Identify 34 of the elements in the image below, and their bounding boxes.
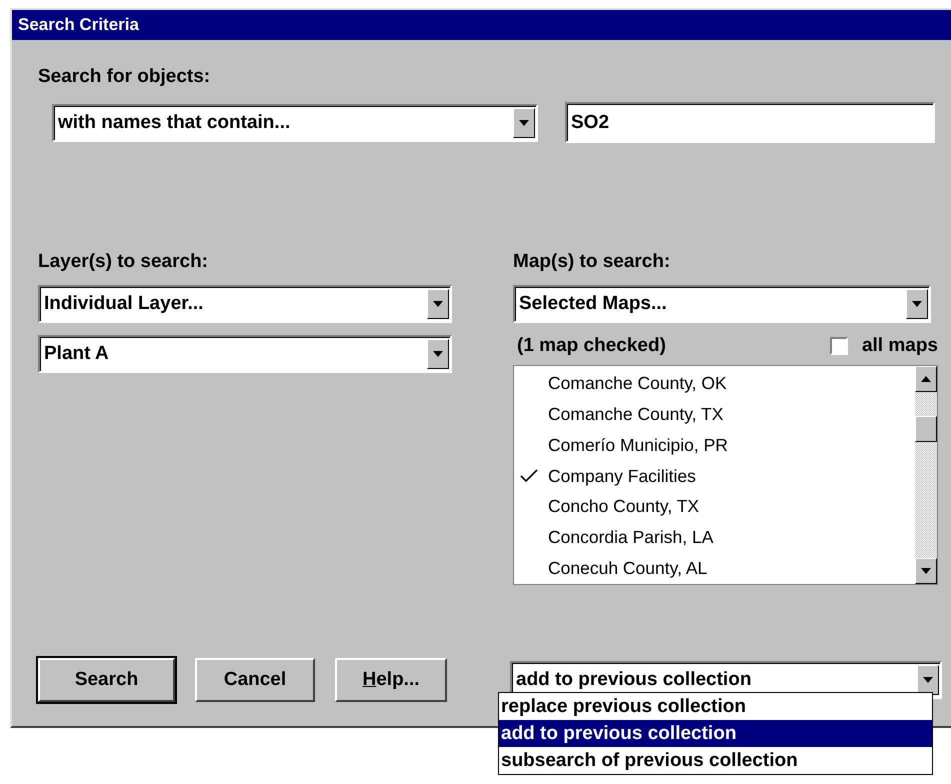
down-arrow-icon xyxy=(921,568,931,574)
map-item[interactable]: Concho County, TX xyxy=(514,491,915,522)
all-maps-checkbox[interactable]: all maps xyxy=(830,335,938,357)
map-item[interactable]: Company Facilities xyxy=(514,460,915,492)
scroll-thumb[interactable] xyxy=(915,416,937,442)
map-count: (1 map checked) xyxy=(517,335,666,357)
mode-dropdown[interactable]: with names that contain... xyxy=(52,104,538,142)
cancel-button[interactable]: Cancel xyxy=(195,658,315,702)
search-button[interactable]: Search xyxy=(38,658,175,702)
dropdown-option[interactable]: add to previous collection xyxy=(499,720,932,747)
search-label: Search for objects: xyxy=(38,66,212,88)
map-item[interactable]: Concordia Parish, LA xyxy=(514,522,915,554)
maps-label: Map(s) to search: xyxy=(513,251,672,273)
window-title: Search Criteria xyxy=(12,10,951,40)
map-item[interactable]: Comanche County, OK xyxy=(514,368,915,399)
down-arrow-icon xyxy=(433,351,443,357)
map-item[interactable]: Comerío Municipio, PR xyxy=(514,430,915,461)
map-scope-dropdown[interactable]: Selected Maps... xyxy=(513,285,931,323)
check-icon xyxy=(520,469,538,483)
search-field[interactable]: SO2 xyxy=(565,102,935,143)
down-arrow-icon xyxy=(433,301,443,307)
layers-label: Layer(s) to search: xyxy=(38,251,210,273)
layer-dropdown[interactable]: Plant A xyxy=(38,335,452,373)
scroll-up-button[interactable] xyxy=(915,366,937,392)
down-arrow-icon xyxy=(519,120,529,126)
scroll-down-button[interactable] xyxy=(915,558,937,584)
up-arrow-icon xyxy=(921,376,931,382)
down-arrow-icon xyxy=(923,677,933,683)
down-arrow-icon xyxy=(912,301,922,307)
layer-scope-dropdown[interactable]: Individual Layer... xyxy=(38,285,452,323)
help-button[interactable]: Help... xyxy=(335,658,447,702)
scrollbar[interactable] xyxy=(915,366,937,584)
map-item[interactable]: Conecuh County, AL xyxy=(514,553,915,584)
map-item[interactable]: Comanche County, TX xyxy=(514,398,915,430)
